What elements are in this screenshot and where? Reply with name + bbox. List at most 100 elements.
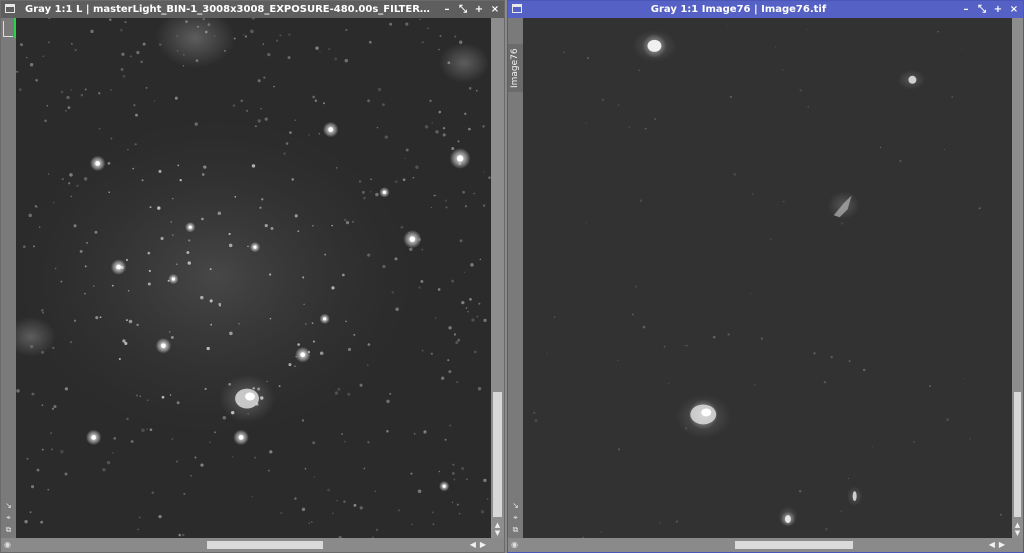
star <box>276 39 279 42</box>
vertical-scroll-thumb[interactable] <box>493 392 502 518</box>
scroll-arrows[interactable]: ▲ ▼ <box>491 521 504 537</box>
horizontal-scrollbar[interactable]: ◉ ◀▶ <box>1 538 504 552</box>
star <box>394 257 398 261</box>
astro-image-left[interactable] <box>16 18 491 538</box>
star <box>233 37 236 40</box>
star <box>782 69 784 71</box>
star <box>465 307 468 309</box>
shade-button[interactable]: ⤡ <box>977 4 987 15</box>
star <box>369 40 372 44</box>
star <box>456 155 464 162</box>
star <box>410 472 413 475</box>
image-viewport[interactable] <box>523 18 1012 538</box>
star <box>453 333 457 336</box>
clone-icon[interactable]: ⧉ <box>511 525 520 534</box>
star <box>386 429 389 433</box>
star <box>273 85 275 88</box>
star <box>190 475 192 477</box>
star <box>125 258 128 262</box>
star <box>301 507 306 512</box>
star <box>170 336 174 339</box>
horizontal-scroll-thumb[interactable] <box>734 541 854 549</box>
scroll-arrows[interactable]: ◀▶ <box>470 539 490 551</box>
star <box>244 35 248 38</box>
star <box>453 478 456 481</box>
star <box>121 52 125 56</box>
star <box>60 449 64 454</box>
star <box>228 382 232 386</box>
clone-icon[interactable]: ⧉ <box>4 525 13 534</box>
star <box>109 18 112 21</box>
vertical-scrollbar[interactable]: ▲ ▼ <box>491 18 504 538</box>
star <box>451 501 454 503</box>
fit-icon[interactable]: ⌖ <box>4 513 13 522</box>
star <box>250 29 254 34</box>
star <box>872 446 874 448</box>
star <box>451 146 455 151</box>
star <box>479 258 482 261</box>
window-icon[interactable] <box>5 4 15 13</box>
star <box>194 456 197 459</box>
star <box>139 395 141 397</box>
star <box>262 43 265 45</box>
shade-button[interactable]: ⤡ <box>458 4 468 15</box>
star <box>195 59 199 63</box>
star <box>67 106 71 109</box>
maximize-button[interactable]: + <box>474 4 484 15</box>
star <box>153 100 156 102</box>
window-titlebar[interactable]: Gray 1:1 Image76 | Image76.tif – ⤡ + × <box>508 1 1023 18</box>
star <box>813 352 816 355</box>
star <box>70 42 73 45</box>
star <box>391 291 394 294</box>
star <box>382 264 386 269</box>
minimize-button[interactable]: – <box>961 4 971 15</box>
star <box>394 180 398 184</box>
window-icon[interactable] <box>512 4 522 13</box>
star <box>95 316 99 320</box>
star <box>42 55 45 58</box>
star <box>70 89 72 91</box>
star <box>269 450 273 454</box>
view-id-tab[interactable]: Image76 <box>508 44 523 92</box>
maximize-button[interactable]: + <box>993 4 1003 15</box>
settings-icon[interactable]: ◉ <box>511 540 518 550</box>
star <box>367 99 371 103</box>
fit-icon[interactable]: ⌖ <box>511 513 520 522</box>
star <box>774 46 777 48</box>
vertical-scrollbar[interactable]: ▲ ▼ <box>1012 18 1023 538</box>
star <box>461 466 465 470</box>
star <box>337 387 341 391</box>
vertical-scroll-thumb[interactable] <box>1014 392 1021 518</box>
close-button[interactable]: × <box>1009 4 1019 15</box>
image-window-right[interactable]: Gray 1:1 Image76 | Image76.tif – ⤡ + × I… <box>507 0 1024 553</box>
scroll-arrows[interactable]: ▲ ▼ <box>1012 521 1023 537</box>
zoom-arrow-icon[interactable]: ↘ <box>4 501 13 510</box>
star <box>433 194 436 197</box>
star <box>600 531 602 534</box>
star <box>585 122 587 124</box>
star <box>182 65 185 67</box>
settings-icon[interactable]: ◉ <box>4 540 11 550</box>
image-window-left[interactable]: Gray 1:1 L | masterLight_BIN-1_3008x3008… <box>0 0 505 553</box>
star <box>437 288 441 291</box>
scroll-arrows[interactable]: ◀▶ <box>989 539 1009 551</box>
horizontal-scroll-thumb[interactable] <box>207 541 323 549</box>
star <box>424 125 429 129</box>
star <box>76 184 79 187</box>
star <box>38 226 41 228</box>
horizontal-scrollbar[interactable]: ◉ ◀▶ <box>508 538 1023 552</box>
star <box>308 522 310 524</box>
window-titlebar[interactable]: Gray 1:1 L | masterLight_BIN-1_3008x3008… <box>1 1 504 18</box>
star <box>134 143 137 146</box>
star <box>468 127 471 131</box>
star <box>90 29 94 34</box>
star <box>40 520 44 524</box>
star <box>25 56 28 59</box>
image-viewport[interactable] <box>16 18 491 538</box>
zoom-arrow-icon[interactable]: ↘ <box>511 501 520 510</box>
star <box>375 528 379 531</box>
astro-image-right[interactable] <box>523 18 1012 538</box>
star <box>311 322 314 324</box>
close-button[interactable]: × <box>490 4 500 15</box>
minimize-button[interactable]: – <box>442 4 452 15</box>
